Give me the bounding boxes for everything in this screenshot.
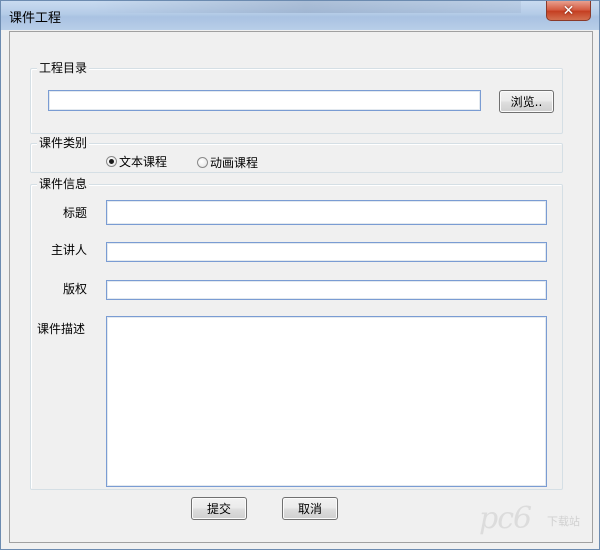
title-bar[interactable]: 课件工程 ✕ [1,1,599,30]
close-button[interactable]: ✕ [546,1,591,21]
radio-text-course[interactable]: 文本课程 [106,153,167,170]
speaker-label: 主讲人 [51,243,88,257]
dialog-window: 课件工程 ✕ 工程目录 浏览.. 课件类别 文本课程 动画课程 课件信息 标题 … [0,0,600,550]
project-dir-group-title: 工程目录 [37,61,90,75]
radio-animation-course[interactable]: 动画课程 [197,154,258,171]
close-icon: ✕ [562,2,575,19]
cancel-button-label: 取消 [297,502,322,516]
description-label: 课件描述 [37,322,86,336]
submit-button-label: 提交 [206,502,231,516]
project-dir-input[interactable] [48,90,481,111]
copyright-input[interactable] [106,280,547,300]
radio-animation-course-indicator[interactable] [197,157,208,168]
radio-text-course-indicator[interactable] [106,156,117,167]
course-info-group-title: 课件信息 [37,177,90,191]
browse-button-label: 浏览.. [510,95,543,109]
radio-animation-course-label: 动画课程 [210,156,259,170]
window-title: 课件工程 [9,11,62,26]
watermark-logo: pc6 下载站 [479,501,591,543]
browse-button[interactable]: 浏览.. [499,90,554,113]
watermark-logo-text: pc6 [479,501,532,536]
cancel-button[interactable]: 取消 [282,497,338,520]
dialog-body: 工程目录 浏览.. 课件类别 文本课程 动画课程 课件信息 标题 主讲人 版权 … [9,31,593,543]
description-textarea[interactable] [106,316,547,487]
copyright-label: 版权 [63,282,88,296]
course-type-group-title: 课件类别 [37,136,90,150]
title-bar-background [91,1,521,13]
watermark-sub-text: 下载站 [547,515,580,528]
submit-button[interactable]: 提交 [191,497,247,520]
title-label: 标题 [63,206,88,220]
speaker-input[interactable] [106,242,547,262]
radio-text-course-label: 文本课程 [119,155,168,169]
title-input[interactable] [106,200,547,225]
project-dir-group: 工程目录 浏览.. [30,61,563,134]
course-type-group: 课件类别 文本课程 动画课程 [30,136,563,173]
course-info-group: 课件信息 标题 主讲人 版权 课件描述 [30,177,563,490]
